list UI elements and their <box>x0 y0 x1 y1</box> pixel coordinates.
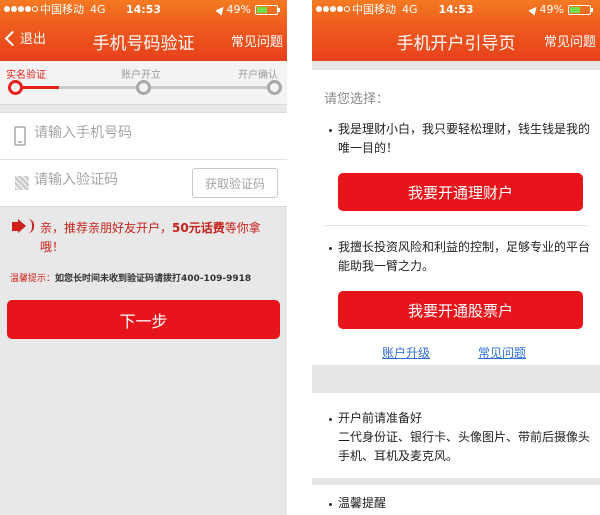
get-code-button[interactable]: 获取验证码 <box>192 168 278 198</box>
next-step-button[interactable]: 下一步 <box>7 300 280 339</box>
faq-bottom-link[interactable]: 常见问题 <box>478 344 526 361</box>
promo-highlight: 50元话费 <box>172 221 225 235</box>
header-bar: 中国移动 4G 14:53 49% 退出 手机号码验证 常见问题 <box>0 0 287 61</box>
bullet-dot <box>329 418 332 421</box>
phone-row <box>0 113 287 160</box>
status-bar: 中国移动 4G 14:53 49% <box>0 0 287 20</box>
open-stock-account-button[interactable]: 我要开通股票户 <box>338 291 583 329</box>
promo-prefix: 亲，推荐亲朋好友开户， <box>40 221 173 235</box>
preparation-card: 开户前请准备好 二代身份证、银行卡、头像图片、带前后摄像头手机、耳机及麦克风。 <box>312 393 600 478</box>
battery-percent: 49% <box>226 3 251 16</box>
promo-text: 亲，推荐亲朋好友开户，50元话费等你拿哦！ <box>40 219 272 257</box>
reminder-title: 温馨提醒 <box>338 496 387 510</box>
warm-reminder-card: 温馨提醒 <box>312 485 600 515</box>
hotline-number[interactable]: 400-109-9918 <box>181 274 251 284</box>
open-wealth-account-button[interactable]: 我要开通理财户 <box>338 173 583 211</box>
step-progress: 实名验证 账户开立 开户确认 <box>0 61 287 105</box>
account-guide-screen: 中国移动 4G 14:53 49% 手机开户引导页 常见问题 请您选择： 我是理… <box>312 0 600 515</box>
battery-percent: 49% <box>539 3 564 16</box>
step-label-confirm: 开户确认 <box>238 70 278 81</box>
nav-bar: 退出 手机号码验证 常见问题 <box>0 20 287 61</box>
phone-input[interactable] <box>34 125 274 141</box>
account-type-card: 请您选择： 我是理财小白，我只要轻松理财，钱生钱是我的唯一目的！ 我要开通理财户… <box>312 70 600 365</box>
code-input[interactable] <box>34 172 184 188</box>
header-bar: 中国移动 4G 14:53 49% 手机开户引导页 常见问题 <box>312 0 600 61</box>
step-label-open: 账户开立 <box>121 70 161 81</box>
battery-icon <box>568 5 593 15</box>
tip-label: 温馨提示： <box>10 274 56 284</box>
mobile-phone-icon <box>14 126 26 146</box>
status-bar: 中国移动 4G 14:53 49% <box>312 0 600 20</box>
verification-form: 获取验证码 <box>0 112 287 207</box>
step-node-confirm <box>267 80 282 95</box>
option-divider <box>324 225 588 226</box>
battery-level-fill <box>257 7 267 13</box>
bullet-dot <box>329 503 332 506</box>
screenshot-stage: 中国移动 4G 14:53 49% 退出 手机号码验证 常见问题 实名验证 账户… <box>0 0 600 515</box>
battery-icon <box>255 5 280 15</box>
account-upgrade-link[interactable]: 账户升级 <box>382 344 430 361</box>
bullet-dot <box>329 247 332 250</box>
prep-text: 二代身份证、银行卡、头像图片、带前后摄像头手机、耳机及麦克风。 <box>338 430 591 463</box>
stock-option-text: 我擅长投资风险和利益的控制，足够专业的平台能助我一臂之力。 <box>338 240 591 273</box>
tip-text: 如您长时间未收到验证码请拨打 <box>55 274 182 284</box>
battery-level-fill <box>570 7 580 13</box>
faq-link[interactable]: 常见问题 <box>544 31 596 50</box>
bullet-dot <box>329 129 332 132</box>
phone-verification-screen: 中国移动 4G 14:53 49% 退出 手机号码验证 常见问题 实名验证 账户… <box>0 0 287 515</box>
code-row: 获取验证码 <box>0 160 287 207</box>
prep-title: 开户前请准备好 <box>338 411 423 425</box>
choose-prompt: 请您选择： <box>324 92 390 107</box>
nav-bar: 手机开户引导页 常见问题 <box>312 20 600 61</box>
faq-link[interactable]: 常见问题 <box>231 31 283 50</box>
warm-tip: 温馨提示：如您长时间未收到验证码请拨打400-109-9918 <box>10 271 251 284</box>
wealth-option-text: 我是理财小白，我只要轻松理财，钱生钱是我的唯一目的！ <box>338 122 591 155</box>
verification-code-icon <box>15 176 29 190</box>
sound-waves-icon <box>28 219 34 233</box>
speaker-icon <box>12 219 26 233</box>
step-label-verify: 实名验证 <box>6 70 46 81</box>
step-node-verify <box>8 80 23 95</box>
step-node-open <box>136 80 151 95</box>
